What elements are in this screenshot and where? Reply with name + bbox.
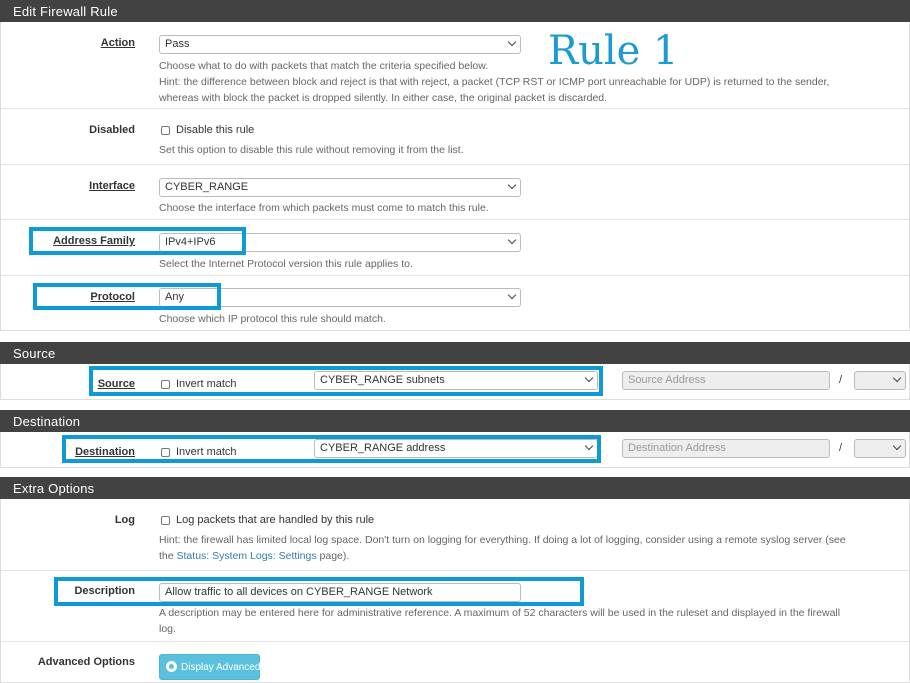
log-checkbox-label[interactable]: Log packets that are handled by this rul… [176,514,374,526]
destination-type-select[interactable]: CYBER_RANGE address [314,439,598,458]
interface-help: Choose the interface from which packets … [159,202,489,214]
action-help-line-1: Choose what to do with packets that matc… [159,60,489,72]
display-advanced-button[interactable]: Display Advanced [159,654,261,680]
log-help-prefix: the [159,550,177,562]
description-label: Description [74,585,135,597]
description-help-line-2: log. [159,623,176,635]
log-label: Log [114,514,135,526]
action-help: Choose what to do with packets that matc… [159,58,899,106]
action-select[interactable]: Pass [159,35,521,54]
destination-invert-checkbox[interactable] [161,448,170,457]
chevron-down-icon [507,180,517,190]
action-help-line-3: whereas with block the packet is dropped… [159,92,608,104]
destination-mask-separator: / [839,442,843,454]
chevron-down-icon [507,235,517,245]
chevron-down-icon [892,441,902,451]
log-help-line-2: the Status: System Logs: Settings page). [159,548,899,564]
address-family-label: Address Family [53,235,135,247]
source-type-select[interactable]: CYBER_RANGE subnets [314,371,598,390]
section-heading-source: Source [0,342,910,364]
disable-rule-checkbox[interactable] [161,126,170,135]
action-label: Action [100,37,135,49]
chevron-down-icon [584,441,594,451]
source-type-value: CYBER_RANGE subnets [320,374,445,386]
protocol-select[interactable]: Any [159,288,521,307]
interface-value: CYBER_RANGE [165,181,249,193]
address-family-select[interactable]: IPv4+IPv6 [159,233,521,252]
action-help-line-2: Hint: the difference between block and r… [159,76,830,88]
protocol-label: Protocol [90,291,135,303]
disabled-label: Disabled [89,124,135,136]
destination-invert-label[interactable]: Invert match [176,446,237,458]
disabled-help: Set this option to disable this rule wit… [159,144,464,156]
disable-rule-checkbox-label[interactable]: Disable this rule [176,124,254,136]
log-help-line-1: Hint: the firewall has limited local log… [159,534,846,546]
interface-label: Interface [89,180,135,192]
source-label: Source [97,378,135,390]
source-mask-select[interactable] [854,371,906,390]
description-help: A description may be entered here for ad… [159,605,899,637]
section-heading-destination: Destination [0,410,910,432]
display-advanced-label: Display Advanced [181,662,261,673]
protocol-value: Any [165,291,184,303]
chevron-down-icon [507,37,517,47]
gear-icon [166,661,177,672]
log-checkbox[interactable] [161,516,170,525]
system-logs-settings-link[interactable]: Status: System Logs: Settings [177,550,317,562]
chevron-down-icon [507,290,517,300]
action-value: Pass [165,38,190,50]
source-mask-separator: / [839,374,843,386]
log-help: Hint: the firewall has limited local log… [159,532,899,564]
chevron-down-icon [584,373,594,383]
address-family-help: Select the Internet Protocol version thi… [159,258,413,270]
destination-type-value: CYBER_RANGE address [320,442,446,454]
source-invert-checkbox[interactable] [161,380,170,389]
address-family-value: IPv4+IPv6 [165,236,216,248]
section-heading-edit-firewall-rule: Edit Firewall Rule [0,0,910,22]
log-help-suffix: page). [316,550,350,562]
interface-select[interactable]: CYBER_RANGE [159,178,521,197]
destination-mask-select[interactable] [854,439,906,458]
description-help-line-1: A description may be entered here for ad… [159,607,841,619]
chevron-down-icon [892,373,902,383]
source-invert-label[interactable]: Invert match [176,378,237,390]
destination-address-input[interactable]: Destination Address [622,439,830,458]
description-input[interactable]: Allow traffic to all devices on CYBER_RA… [159,583,521,602]
destination-label: Destination [75,446,135,458]
advanced-options-label: Advanced Options [37,656,135,668]
section-heading-extra-options: Extra Options [0,477,910,499]
source-address-input[interactable]: Source Address [622,371,830,390]
protocol-help: Choose which IP protocol this rule shoul… [159,313,386,325]
